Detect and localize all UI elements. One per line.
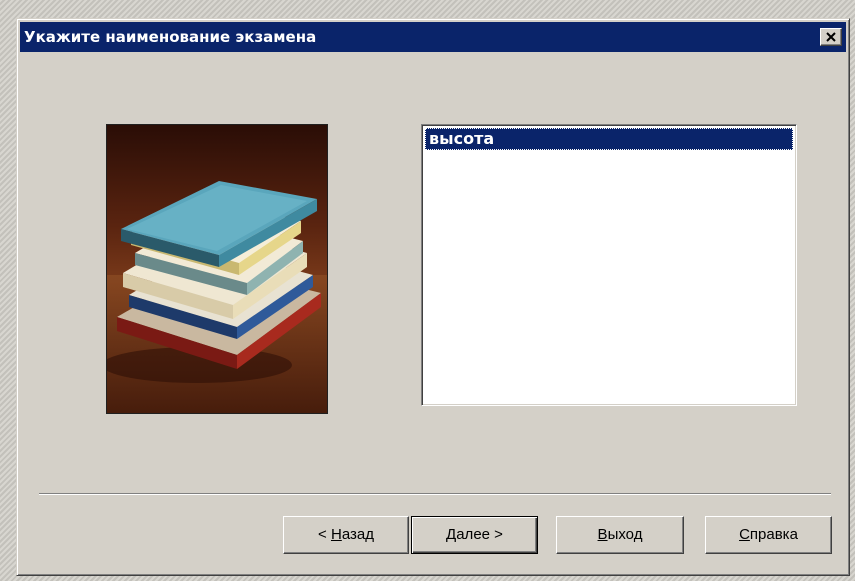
window-title: Укажите наименование экзамена [24, 28, 317, 46]
next-button-mnemonic: Д [446, 526, 457, 543]
exit-button-mnemonic: В [597, 526, 608, 543]
help-button[interactable]: Справка [705, 516, 832, 554]
close-icon [826, 32, 836, 42]
next-button[interactable]: Далее > [411, 516, 538, 554]
exam-dialog-window: Укажите наименование экзамена высота < Н… [16, 18, 850, 576]
back-button-prefix: < [318, 526, 331, 543]
back-button[interactable]: < Назад [283, 516, 409, 554]
exit-button-label: ыход [607, 526, 643, 543]
exit-button[interactable]: Выход [556, 516, 684, 554]
back-button-label: азад [341, 526, 374, 543]
next-button-suffix: > [490, 526, 503, 543]
books-stack-image [106, 124, 328, 414]
next-button-label: алее [456, 526, 490, 543]
close-button[interactable] [820, 28, 842, 46]
list-item-vysota[interactable]: высота [425, 128, 793, 150]
help-button-mnemonic: С [739, 526, 750, 543]
back-button-mnemonic: Н [330, 526, 342, 543]
title-bar[interactable]: Укажите наименование экзамена [20, 22, 846, 52]
help-button-label: правка [749, 526, 798, 543]
button-separator [39, 493, 831, 495]
exam-name-listbox[interactable]: высота [421, 124, 797, 406]
